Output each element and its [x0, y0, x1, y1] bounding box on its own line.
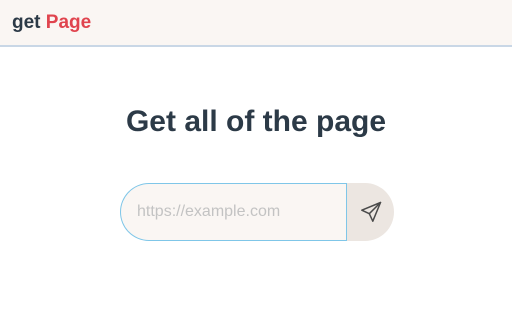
- page-title: Get all of the page: [125, 105, 387, 138]
- url-form: [120, 183, 394, 241]
- paper-plane-send-icon: [359, 200, 383, 224]
- brand-accent: Page: [45, 12, 92, 33]
- brand-prefix: get: [12, 12, 46, 33]
- submit-button[interactable]: [347, 183, 394, 241]
- url-input[interactable]: [120, 183, 347, 241]
- brand-logo[interactable]: get Page: [12, 11, 91, 35]
- top-bar: get Page: [0, 0, 512, 47]
